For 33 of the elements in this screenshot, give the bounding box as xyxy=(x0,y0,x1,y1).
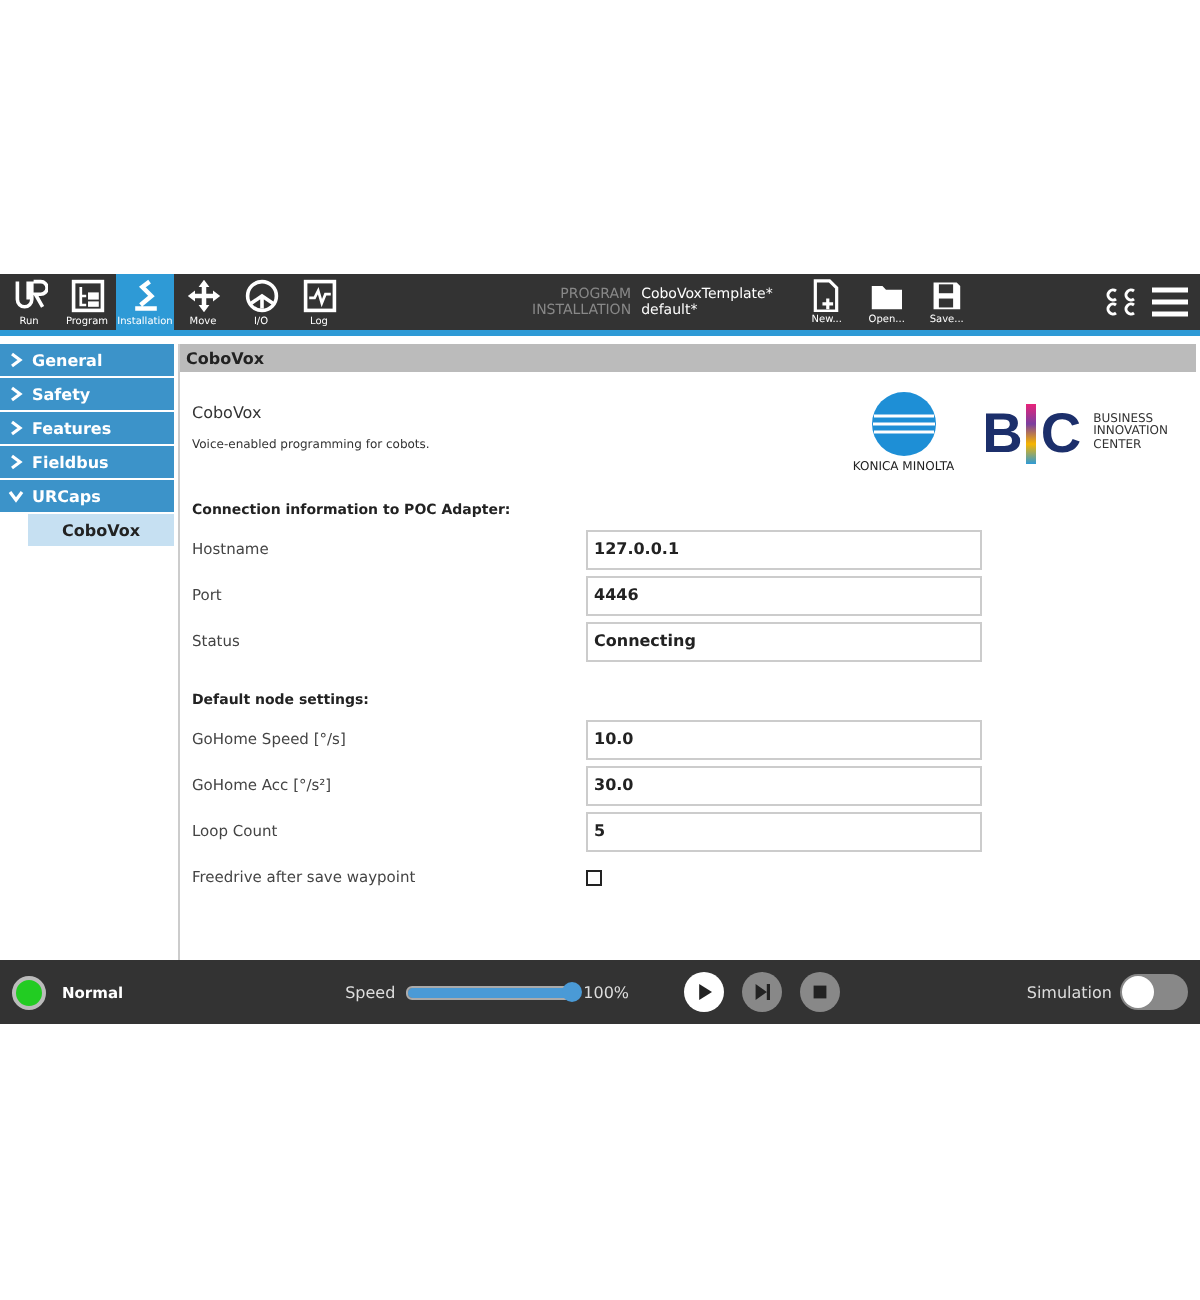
sidebar-subitem[interactable]: CoboVox xyxy=(28,514,174,546)
move-arrows-icon xyxy=(185,277,221,313)
new-file-icon xyxy=(810,278,843,312)
dial-icon xyxy=(243,277,279,313)
panel-title: CoboVox xyxy=(180,344,1196,372)
speed-label: Speed xyxy=(345,983,396,1001)
speed-reading: 100% xyxy=(583,983,630,1001)
chevron-icon xyxy=(8,488,24,504)
input-field[interactable]: 4446 xyxy=(586,575,982,615)
menu-icon[interactable] xyxy=(1152,286,1188,318)
input-field[interactable]: 10.0 xyxy=(586,719,982,759)
urcap-name: CoboVox xyxy=(192,404,264,422)
stop-button[interactable] xyxy=(799,972,840,1012)
checkbox[interactable] xyxy=(586,869,602,885)
logo-bar-icon xyxy=(1026,403,1037,463)
logo-letter: B xyxy=(982,405,1023,461)
globe-logo-icon xyxy=(871,392,936,456)
ur-logo-icon xyxy=(11,277,47,313)
play-button[interactable] xyxy=(683,972,724,1012)
input-field[interactable]: 127.0.0.1 xyxy=(586,529,982,569)
simulation-toggle[interactable] xyxy=(1120,974,1188,1010)
input-field[interactable]: 30.0 xyxy=(586,765,982,805)
chevron-icon xyxy=(8,420,24,436)
waveform-icon xyxy=(301,277,337,313)
simulation-label: Simulation xyxy=(1026,983,1112,1001)
chevron-icon xyxy=(8,454,24,470)
chevron-icon xyxy=(8,352,24,368)
chevron-icon xyxy=(8,386,24,402)
logo-letter: C xyxy=(1040,405,1082,461)
program-list-icon xyxy=(69,277,105,313)
input-field[interactable]: 5 xyxy=(586,811,982,851)
step-button[interactable] xyxy=(741,972,782,1012)
input-field[interactable]: Connecting xyxy=(586,621,982,661)
